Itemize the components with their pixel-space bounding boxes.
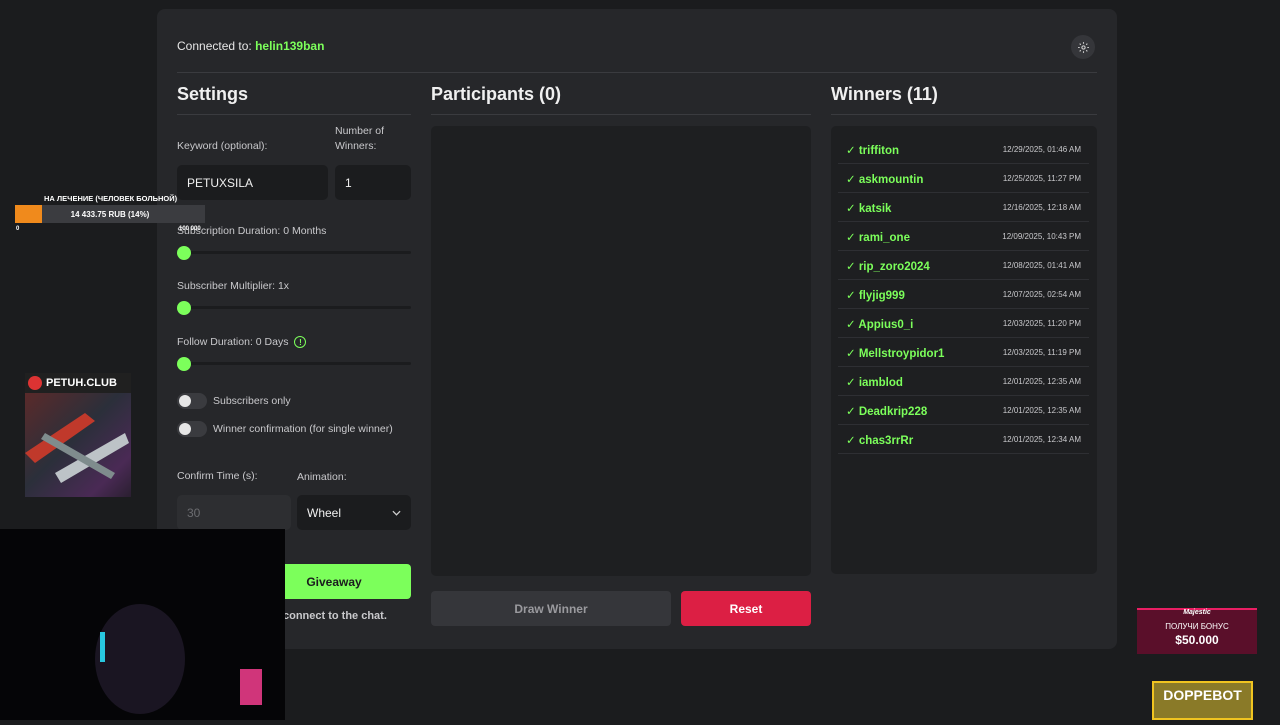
header-divider	[177, 72, 1097, 73]
connected-username: helin139ban	[255, 39, 325, 53]
winner-row: ✓ Deadkrip228 12/01/2025, 12:35 AM	[838, 397, 1089, 425]
winner-date: 12/25/2025, 11:27 PM	[1002, 174, 1081, 183]
donation-goal-min: 0	[16, 226, 20, 232]
start-giveaway-label: Giveaway	[306, 574, 362, 589]
winner-date: 12/03/2025, 11:20 PM	[1002, 319, 1081, 328]
donation-goal-title: НА ЛЕЧЕНИЕ (ЧЕЛОВЕК БОЛЬНОЙ)	[44, 194, 178, 203]
draw-winner-button[interactable]: Draw Winner	[431, 591, 671, 626]
winner-name: ✓ iamblod	[846, 376, 903, 389]
winner-date: 12/03/2025, 11:19 PM	[1002, 348, 1081, 357]
winner-confirmation-toggle[interactable]	[177, 421, 207, 437]
follow-duration-thumb[interactable]	[177, 357, 191, 371]
webcam-feed	[0, 529, 285, 720]
sponsor-banner-header: PETUH.CLUB	[25, 373, 131, 393]
winner-confirmation-label: Winner confirmation (for single winner)	[213, 423, 393, 435]
subscribers-only-label: Subscribers only	[213, 395, 291, 407]
ad-text: ПОЛУЧИ БОНУС	[1165, 622, 1229, 631]
status-text: connect to the chat.	[283, 610, 387, 622]
subscriber-multiplier-slider[interactable]	[177, 306, 411, 309]
winners-divider	[831, 114, 1097, 115]
winner-name: ✓ triffiton	[846, 144, 900, 157]
donation-goal-max: 100 000	[179, 226, 201, 232]
reset-button[interactable]: Reset	[681, 591, 811, 626]
winner-date: 12/29/2025, 01:46 AM	[1002, 145, 1081, 154]
winner-row: ✓ chas3rrRr 12/01/2025, 12:34 AM	[838, 426, 1089, 454]
confirm-time-input[interactable]: 30	[177, 495, 291, 530]
winner-name: ✓ Deadkrip228	[846, 405, 928, 418]
winner-date: 12/01/2025, 12:34 AM	[1002, 435, 1081, 444]
donation-goal-bar: 14 433.75 RUB (14%)	[15, 205, 205, 223]
winners-title: Winners (11)	[831, 84, 938, 104]
winner-date: 12/09/2025, 10:43 PM	[1002, 232, 1081, 241]
winner-name: ✓ chas3rrRr	[846, 434, 914, 447]
winner-row: ✓ rip_zoro2024 12/08/2025, 01:41 AM	[838, 252, 1089, 280]
winner-date: 12/01/2025, 12:35 AM	[1002, 406, 1081, 415]
subscribers-only-toggle[interactable]	[177, 393, 207, 409]
participants-divider	[431, 114, 811, 115]
ad-amount: $50.000	[1175, 633, 1219, 647]
winner-row: ✓ iamblod 12/01/2025, 12:35 AM	[838, 368, 1089, 396]
settings-title: Settings	[177, 84, 249, 104]
subscriber-multiplier-label: Subscriber Multiplier: 1x	[177, 280, 290, 292]
webcam-image	[95, 604, 262, 714]
gear-icon	[1077, 41, 1089, 53]
toggle-knob	[179, 395, 191, 407]
winner-row: ✓ rami_one 12/09/2025, 10:43 PM	[838, 223, 1089, 251]
winner-name: ✓ flyjig999	[846, 289, 905, 302]
chevron-down-icon	[392, 510, 401, 516]
keyword-label: Keyword (optional):	[177, 140, 268, 152]
winner-row: ✓ Mellstroypidor1 12/03/2025, 11:19 PM	[838, 339, 1089, 367]
winner-date: 12/07/2025, 02:54 AM	[1002, 290, 1081, 299]
ad-brand: Majestic	[1183, 609, 1211, 616]
settings-gear-button[interactable]	[1071, 35, 1095, 59]
connection-status: Connected to: helin139ban	[177, 39, 324, 53]
giveaway-panel: Connected to: helin139ban Settings Keywo…	[157, 9, 1117, 649]
winner-row: ✓ triffiton 12/29/2025, 01:46 AM	[838, 136, 1089, 164]
ad2-text: DOPPEBOT	[1163, 687, 1242, 703]
winners-list: ✓ triffiton 12/29/2025, 01:46 AM ✓ askmou…	[831, 126, 1097, 574]
info-icon[interactable]: !	[294, 336, 307, 349]
winner-name: ✓ Mellstroypidor1	[846, 347, 945, 360]
subscription-duration-thumb[interactable]	[177, 246, 191, 260]
follow-duration-label: Follow Duration: 0 Days	[177, 336, 289, 348]
winner-date: 12/01/2025, 12:35 AM	[1002, 377, 1081, 386]
winners-count-label: Number of Winners:	[335, 125, 385, 152]
animation-select[interactable]: Wheel	[297, 495, 411, 530]
weapons-illustration	[25, 413, 129, 483]
winner-name: ✓ rami_one	[846, 231, 910, 244]
winners-count-input[interactable]: 1	[335, 165, 411, 200]
subscriber-multiplier-thumb[interactable]	[177, 301, 191, 315]
settings-divider	[177, 114, 411, 115]
keyword-input[interactable]: PETUXSILA	[177, 165, 328, 200]
winner-name: ✓ askmountin	[846, 173, 924, 186]
confirm-time-label: Confirm Time (s):	[177, 470, 258, 482]
winner-row: ✓ Appius0_i 12/03/2025, 11:20 PM	[838, 310, 1089, 338]
winner-date: 12/16/2025, 12:18 AM	[1002, 203, 1081, 212]
ad-banner: Majestic ПОЛУЧИ БОНУС $50.000	[1137, 608, 1257, 654]
toggle-knob	[179, 423, 191, 435]
sponsor-banner: PETUH.CLUB	[25, 373, 131, 497]
connected-label: Connected to:	[177, 39, 252, 53]
sponsor-banner-image	[25, 393, 131, 497]
winner-name: ✓ Appius0_i	[846, 318, 914, 331]
follow-duration-slider[interactable]	[177, 362, 411, 365]
donation-goal-amount: 14 433.75 RUB (14%)	[70, 209, 150, 219]
winner-row: ✓ flyjig999 12/07/2025, 02:54 AM	[838, 281, 1089, 309]
follow-duration-row: Follow Duration: 0 Days!	[177, 335, 307, 350]
winner-row: ✓ askmountin 12/25/2025, 11:27 PM	[838, 165, 1089, 193]
subscription-duration-slider[interactable]	[177, 251, 411, 254]
sponsor-banner-label: PETUH.CLUB	[46, 377, 117, 389]
winner-name: ✓ rip_zoro2024	[846, 260, 930, 273]
winner-row: ✓ katsik 12/16/2025, 12:18 AM	[838, 194, 1089, 222]
participants-title: Participants (0)	[431, 84, 562, 104]
winner-date: 12/08/2025, 01:41 AM	[1002, 261, 1081, 270]
winner-name: ✓ katsik	[846, 202, 892, 215]
animation-label: Animation:	[297, 471, 347, 483]
ad-banner-secondary: DOPPEBOT	[1152, 681, 1253, 720]
participants-list	[431, 126, 811, 576]
animation-select-value: Wheel	[307, 505, 342, 520]
rooster-logo-icon	[28, 376, 42, 390]
